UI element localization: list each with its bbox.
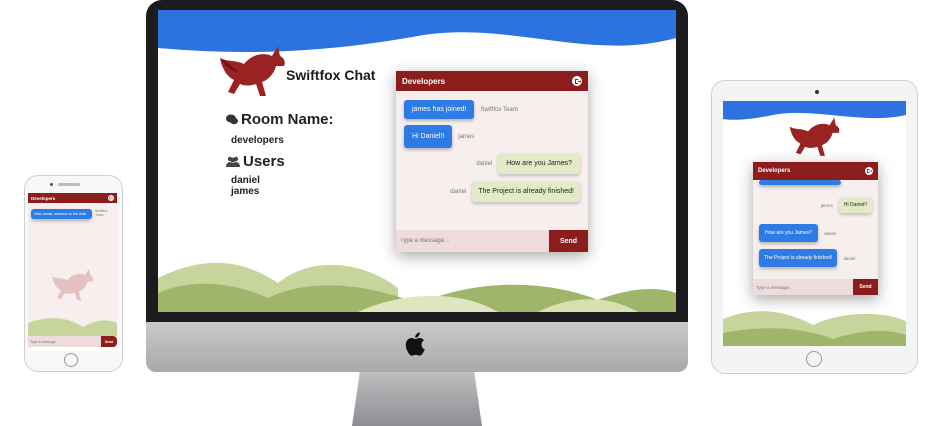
message-bubble: Hello daniel, welcome to the chat!	[31, 209, 92, 219]
message-bubble: james has joined!	[404, 100, 475, 119]
message-row: How are you James? daniel	[759, 224, 836, 242]
message-sender: daniel	[843, 255, 856, 261]
chat-room-title: Developers	[31, 195, 56, 201]
fox-logo-icon	[789, 117, 840, 156]
send-button[interactable]: Send	[549, 230, 588, 252]
message-sender: Swiftfox Team	[95, 209, 108, 217]
app-title: Swiftfox Chat	[286, 67, 376, 83]
iphone-camera	[50, 183, 53, 186]
leave-chat-icon	[109, 196, 113, 200]
message-input[interactable]	[753, 279, 853, 295]
chat-header: Developers	[753, 162, 878, 180]
message-sender: daniel	[823, 230, 836, 236]
leave-chat-button[interactable]	[572, 76, 582, 86]
message-list: Hello daniel, welcome to the chat! Swift…	[28, 203, 117, 336]
message-bubble: Hi Daniel!!	[404, 125, 453, 148]
message-row: james Hi Daniel!!	[821, 197, 872, 213]
message-bubble: How are you James?	[498, 153, 580, 174]
tablet-screen: Developers james Hi Daniel!! How are you…	[723, 101, 906, 346]
message-input[interactable]	[396, 230, 549, 252]
hills-decoration	[28, 318, 117, 336]
apple-logo-icon	[405, 332, 425, 356]
chat-room-title: Developers	[758, 168, 791, 174]
message-bubble: The Project is already finished!	[472, 181, 580, 202]
message-sender: james	[458, 133, 475, 140]
message-row: james has joined! Swiftfox Team	[404, 100, 580, 119]
chat-header: Developers	[396, 71, 588, 91]
message-sender: james	[820, 202, 833, 208]
desktop-screen: Swiftfox Chat Room Name: developers User…	[158, 10, 676, 312]
chat-window: Developers james Hi Daniel!! How are you…	[753, 162, 878, 295]
users-label-row: Users	[226, 153, 285, 170]
send-button[interactable]: Send	[101, 336, 117, 347]
phone-screen: Developers Hello daniel, welcome to the …	[28, 193, 117, 351]
chat-bubbles-icon	[226, 114, 238, 125]
chat-footer: Send	[753, 279, 878, 295]
message-input[interactable]	[28, 336, 101, 347]
user-item: daniel	[231, 175, 260, 186]
fox-watermark-icon	[52, 268, 94, 301]
leave-chat-icon	[866, 168, 872, 174]
message-sender: Swiftfox Team	[480, 106, 518, 113]
ipad-camera	[815, 90, 819, 94]
message-bubble: Hi Daniel!!	[838, 197, 872, 213]
leave-chat-button[interactable]	[108, 195, 114, 201]
room-name: developers	[231, 135, 284, 146]
message-bubble: The Project is already finished!	[759, 249, 838, 267]
imac-stand	[352, 372, 482, 426]
leave-chat-button[interactable]	[865, 167, 873, 175]
message-sender: daniel	[476, 160, 493, 167]
message-list: james Hi Daniel!! How are you James? dan…	[753, 180, 878, 279]
message-row: daniel How are you James?	[404, 153, 580, 174]
room-label-row: Room Name:	[226, 111, 334, 128]
send-button[interactable]: Send	[853, 279, 878, 295]
ipad-home-button[interactable]	[806, 351, 822, 367]
message-bubble-partial	[759, 180, 841, 185]
room-label: Room Name:	[241, 111, 334, 128]
users-icon	[226, 156, 240, 167]
message-row: Hello daniel, welcome to the chat! Swift…	[31, 209, 113, 219]
hills-decoration	[723, 311, 906, 346]
message-row: Hi Daniel!! james	[404, 125, 580, 148]
message-row: daniel The Project is already finished!	[404, 181, 580, 202]
chat-footer: Send	[396, 230, 588, 252]
iphone-speaker	[58, 183, 80, 186]
iphone-home-button[interactable]	[64, 353, 78, 367]
chat-footer: Send	[28, 336, 117, 347]
message-sender: daniel	[450, 188, 467, 195]
chat-window: Developers james has joined! Swiftfox Te…	[396, 71, 588, 252]
message-list: james has joined! Swiftfox Team Hi Danie…	[396, 91, 588, 230]
message-bubble: How are you James?	[759, 224, 818, 242]
users-list: daniel james	[231, 175, 260, 197]
users-label: Users	[243, 153, 285, 170]
leave-chat-icon	[574, 78, 581, 84]
chat-room-title: Developers	[402, 76, 446, 86]
fox-logo-icon	[220, 46, 285, 96]
user-item: james	[231, 186, 260, 197]
message-row: The Project is already finished! daniel	[759, 249, 855, 267]
chat-header: Developers	[28, 193, 117, 203]
